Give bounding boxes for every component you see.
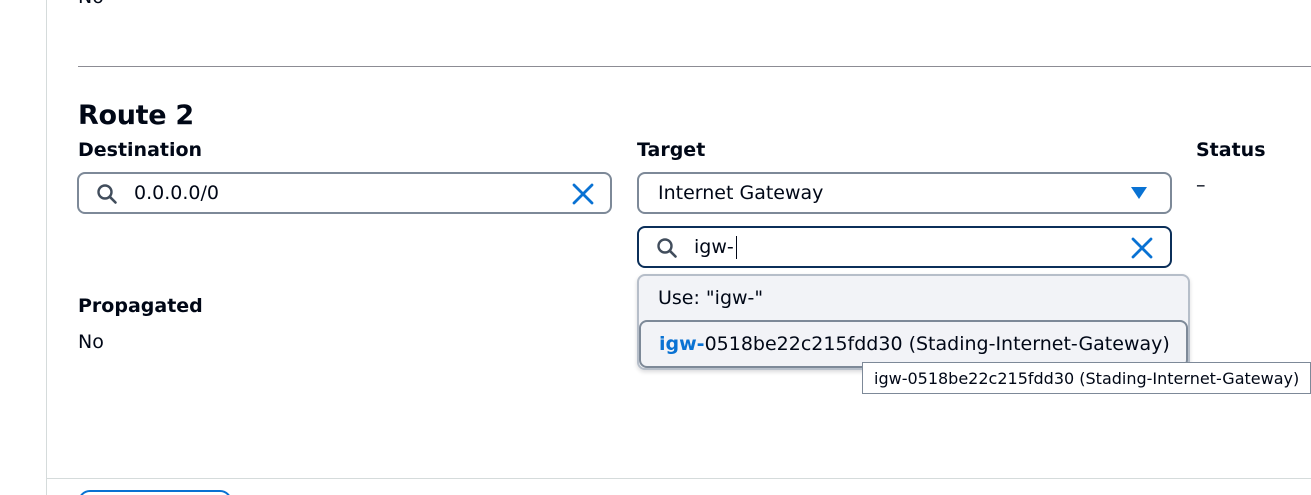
target-options-dropdown: Use: "igw-" igw-0518be22c215fdd30 (Stadi…	[637, 274, 1190, 370]
search-icon	[656, 237, 678, 259]
route-editor-page: No Route 2 Destination 0.0.0.0/0 Target …	[0, 0, 1311, 495]
target-filter-value: igw-	[694, 236, 734, 258]
status-label: Status	[1196, 139, 1266, 161]
section-divider	[78, 66, 1311, 67]
previous-propagated-value: No	[78, 0, 104, 8]
text-cursor	[736, 236, 737, 259]
destination-input[interactable]: 0.0.0.0/0	[77, 172, 612, 214]
content-left-border	[46, 0, 47, 495]
close-icon[interactable]	[571, 182, 595, 206]
footer-divider	[47, 478, 1311, 479]
target-label: Target	[637, 139, 706, 161]
target-select[interactable]: Internet Gateway	[637, 172, 1172, 214]
route-title: Route 2	[78, 100, 194, 131]
propagated-value: No	[78, 331, 104, 353]
caret-down-icon	[1129, 185, 1149, 201]
option-match-highlight: igw-	[659, 333, 705, 355]
option-label: 0518be22c215fdd30 (Stading-Internet-Gate…	[704, 333, 1170, 355]
destination-label: Destination	[78, 139, 203, 161]
option-tooltip: igw-0518be22c215fdd30 (Stading-Internet-…	[862, 362, 1311, 394]
search-icon	[96, 183, 118, 205]
status-value: –	[1196, 174, 1206, 196]
footer-button[interactable]	[78, 490, 232, 495]
destination-input-value: 0.0.0.0/0	[134, 182, 219, 204]
option-internet-gateway[interactable]: igw-0518be22c215fdd30 (Stading-Internet-…	[639, 320, 1188, 368]
propagated-label: Propagated	[78, 295, 203, 317]
close-icon[interactable]	[1130, 236, 1154, 260]
option-label: Use: "igw-"	[658, 287, 764, 309]
target-filter-input[interactable]: igw-	[637, 226, 1172, 268]
target-select-value: Internet Gateway	[658, 182, 824, 204]
option-use-typed-value[interactable]: Use: "igw-"	[639, 276, 1188, 320]
